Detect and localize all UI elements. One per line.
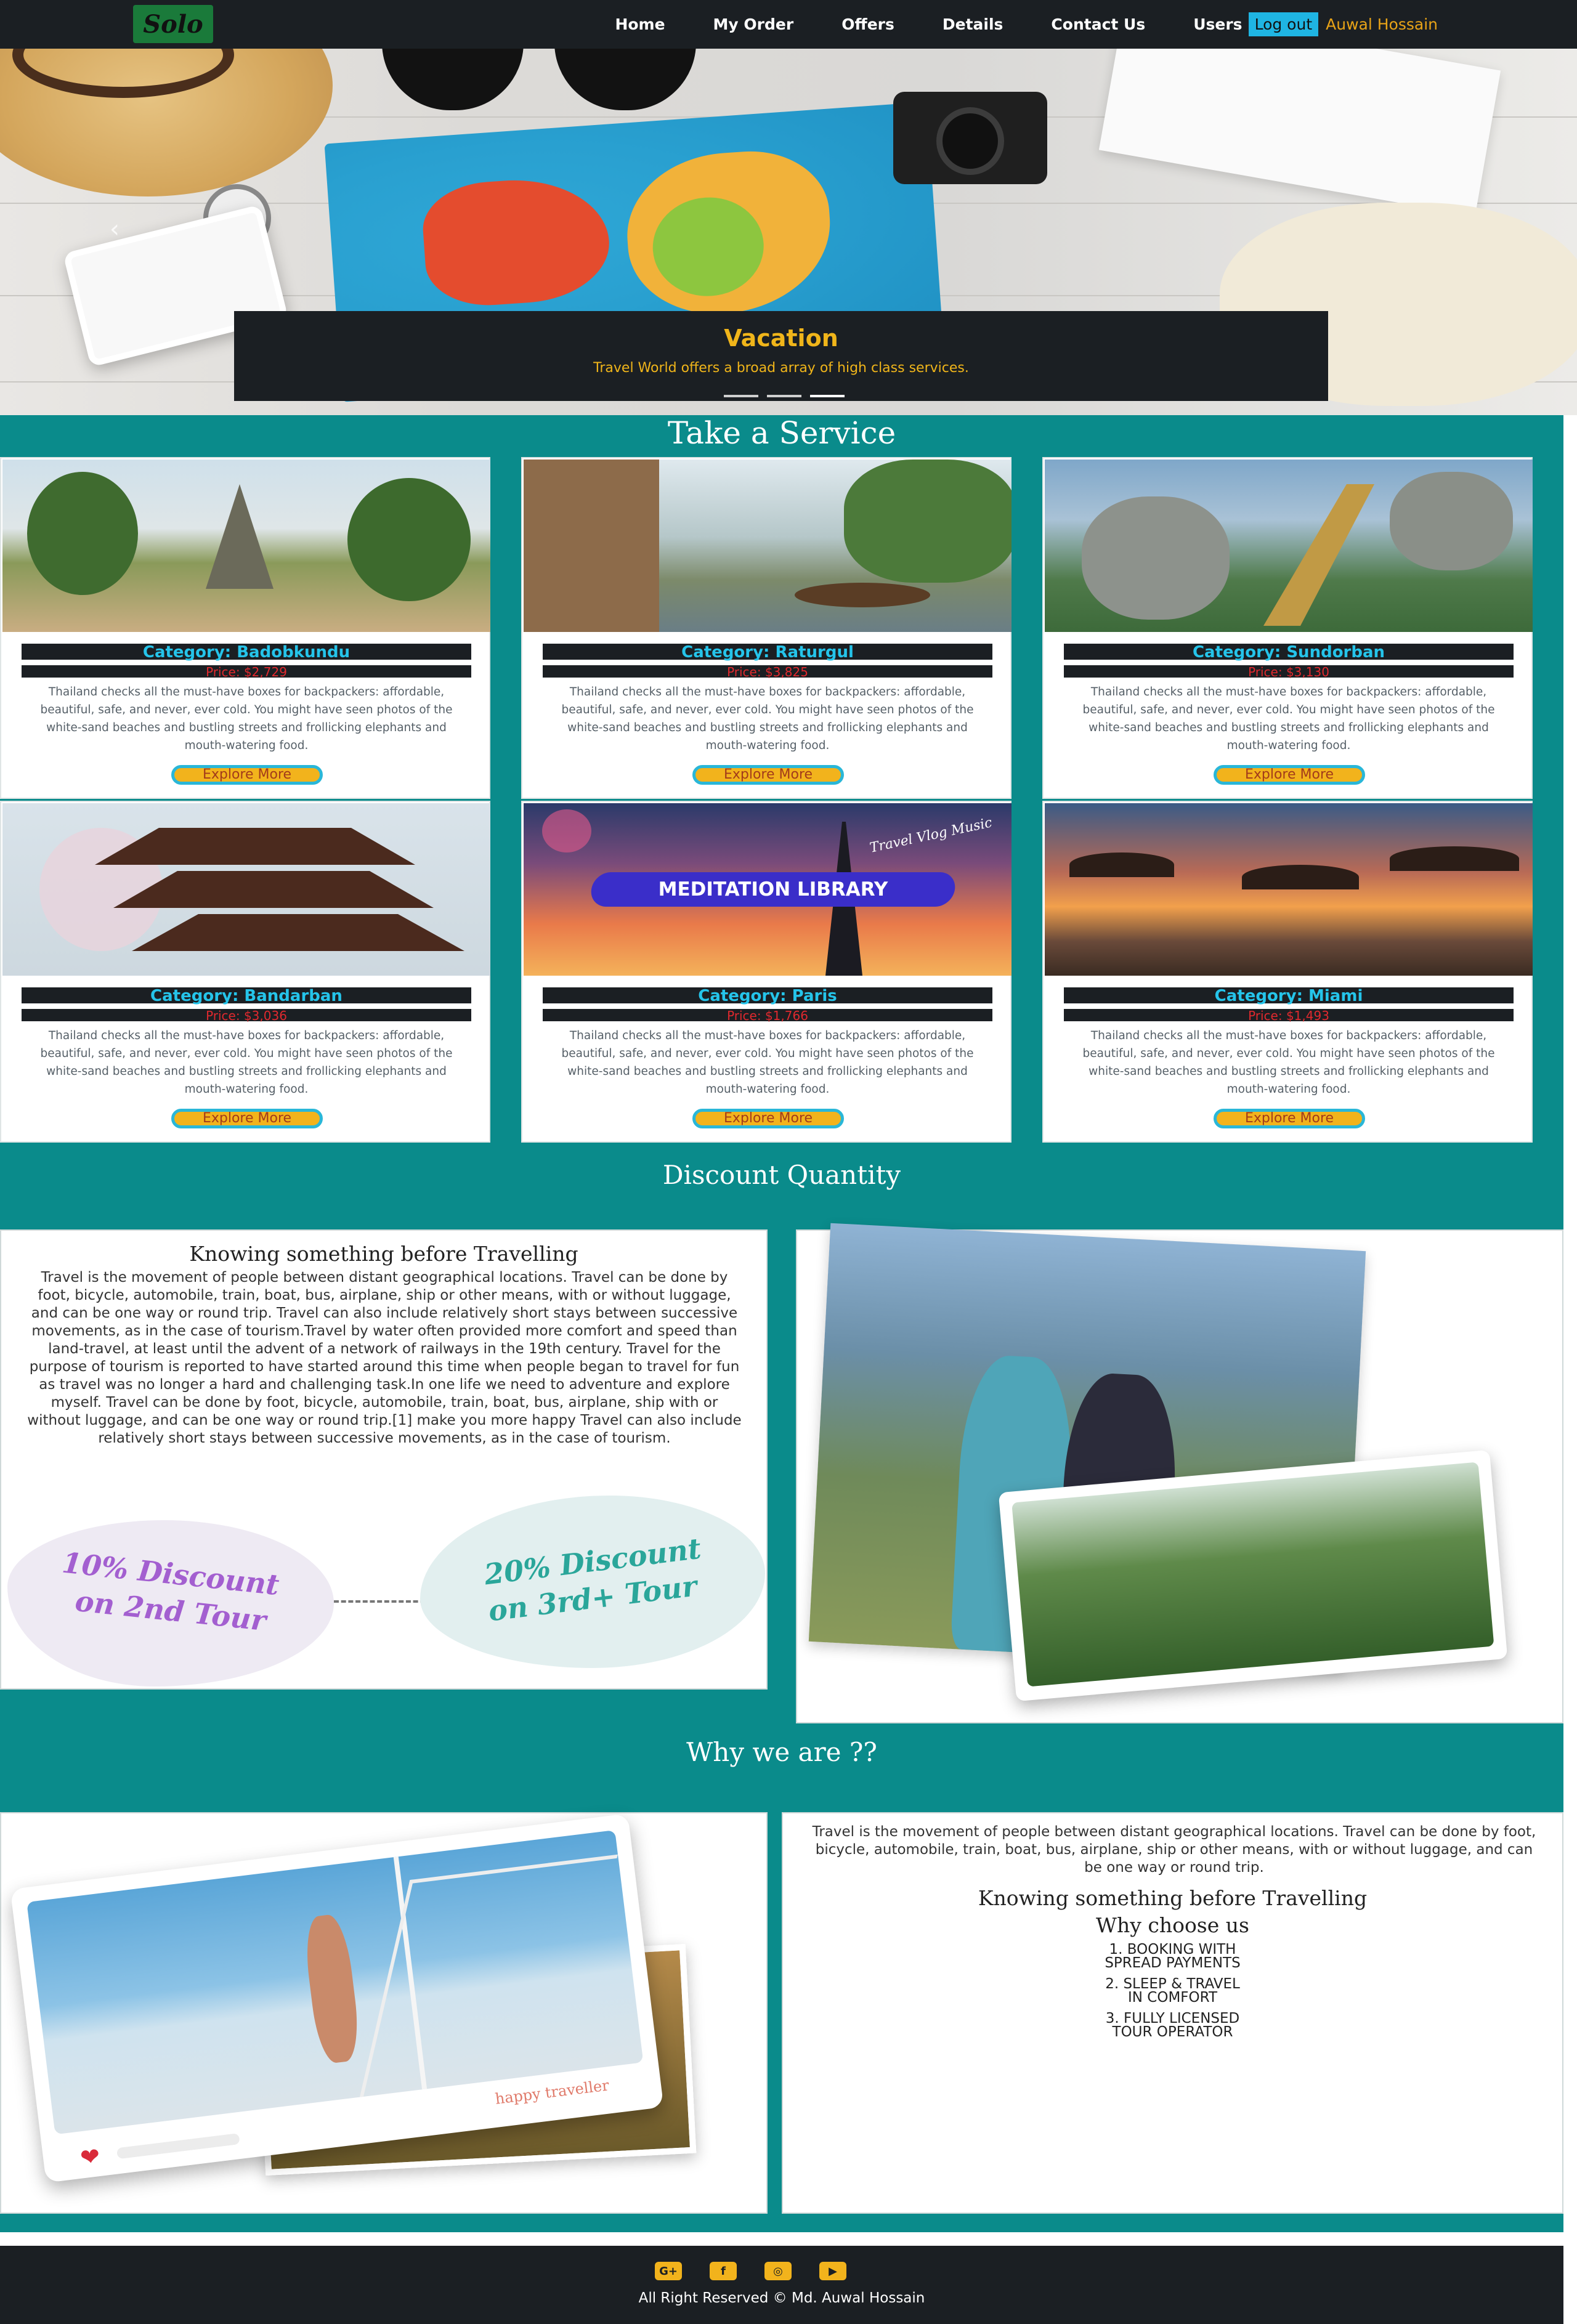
card-price: Price: $3,825 — [543, 665, 992, 679]
card-description: Thailand checks all the must-have boxes … — [1082, 686, 1495, 752]
youtube-icon[interactable]: ▶ — [819, 2262, 846, 2280]
explore-more-button[interactable]: Explore More — [1214, 1109, 1365, 1128]
nav-link-contact-us[interactable]: Contact Us — [1051, 15, 1145, 33]
card-description: Thailand checks all the must-have boxes … — [561, 686, 974, 752]
logout-button[interactable]: Log out — [1248, 12, 1319, 36]
footer: G+ f ◎ ▶ All Right Reserved © Md. Auwal … — [0, 2246, 1563, 2324]
card-image-temple — [2, 460, 490, 632]
card-category: Category: Badobkundu — [22, 644, 471, 661]
card-price: Price: $2,729 — [22, 665, 471, 679]
discount-body-text: Travel is the movement of people between… — [27, 1269, 742, 1446]
service-card: Category: Raturgul Price: $3,825 Thailan… — [521, 457, 1011, 799]
card-category: Category: Raturgul — [543, 644, 992, 661]
nav-link-home[interactable]: Home — [615, 15, 665, 33]
card-description: Thailand checks all the must-have boxes … — [40, 1029, 453, 1096]
discount-offer-1: 10% Discount on 2nd Tour — [7, 1520, 334, 1686]
hero-carousel[interactable]: ‹ Vacation Travel World offers a broad a… — [0, 49, 1577, 415]
card-price: Price: $3,036 — [22, 1009, 471, 1022]
card-price: Price: $1,766 — [543, 1009, 992, 1022]
card-category: Category: Bandarban — [22, 987, 471, 1005]
carousel-indicator-2[interactable] — [767, 395, 801, 397]
why-body-text: Travel is the movement of people between… — [812, 1824, 1536, 1876]
service-card: Category: Sundorban Price: $3,130 Thaila… — [1042, 457, 1533, 799]
explore-more-button[interactable]: Explore More — [171, 1109, 323, 1128]
service-card: MEDITATION LIBRARY Travel Vlog Music Cat… — [521, 801, 1011, 1143]
travel-vlog-script: Travel Vlog Music — [868, 815, 994, 856]
why-text-panel: Travel is the movement of people between… — [782, 1812, 1563, 2214]
carousel-title: Vacation — [724, 325, 838, 352]
instagram-icon[interactable]: ◎ — [764, 2262, 792, 2280]
explore-more-button[interactable]: Explore More — [171, 765, 323, 785]
nav-link-offers[interactable]: Offers — [841, 15, 894, 33]
card-image-golden-bridge — [1045, 460, 1533, 632]
discount-info-panel: Knowing something before Travelling Trav… — [0, 1229, 768, 1690]
footer-copyright: All Right Reserved © Md. Auwal Hossain — [638, 2290, 925, 2306]
service-card: Category: Badobkundu Price: $2,729 Thail… — [0, 457, 490, 799]
explore-more-button[interactable]: Explore More — [1214, 765, 1365, 785]
carousel-indicator-3[interactable] — [810, 395, 845, 397]
service-card: Category: Bandarban Price: $3,036 Thaila… — [0, 801, 490, 1143]
card-category: Category: Miami — [1064, 987, 1514, 1005]
hero-notebook-image — [1098, 49, 1501, 217]
card-price: Price: $3,130 — [1064, 665, 1514, 679]
nav-links: Home My Order Offers Details Contact Us … — [615, 0, 1577, 49]
services-title: Take a Service — [667, 415, 896, 451]
carousel-indicators — [724, 395, 845, 397]
why-point: 1. BOOKING WITH SPREAD PAYMENTS — [1105, 1941, 1241, 1971]
why-heading: Knowing something before Travelling — [978, 1886, 1368, 1910]
discount-heading: Knowing something before Travelling — [189, 1242, 578, 1266]
card-image-beach-sunset — [1045, 803, 1533, 976]
meditation-library-banner: MEDITATION LIBRARY — [658, 878, 888, 901]
google-plus-icon[interactable]: G+ — [655, 2262, 682, 2280]
top-navbar: Solo Home My Order Offers Details Contac… — [0, 0, 1577, 49]
carousel-caption: Vacation Travel World offers a broad arr… — [234, 311, 1328, 401]
why-photo-panel: ❤ happy traveller — [0, 1812, 768, 2214]
card-image-pagoda — [2, 803, 490, 976]
discount-title: Discount Quantity — [662, 1160, 901, 1190]
why-point: 3. FULLY LICENSED TOUR OPERATOR — [1105, 2010, 1240, 2040]
nav-link-my-order[interactable]: My Order — [713, 15, 794, 33]
why-point: 2. SLEEP & TRAVEL IN COMFORT — [1105, 1976, 1240, 2006]
carousel-subtitle: Travel World offers a broad array of hig… — [593, 360, 969, 376]
explore-more-button[interactable]: Explore More — [692, 765, 844, 785]
card-description: Thailand checks all the must-have boxes … — [561, 1029, 974, 1096]
card-description: Thailand checks all the must-have boxes … — [1082, 1029, 1495, 1096]
card-image-paris-sunset: MEDITATION LIBRARY Travel Vlog Music — [524, 803, 1011, 976]
card-image-canal — [524, 460, 1011, 632]
heart-icon[interactable]: ❤ — [79, 2142, 102, 2172]
hero-straw-hat-image — [0, 49, 333, 196]
discount-offer-2: 20% Discount on 3rd+ Tour — [420, 1496, 765, 1668]
nav-link-users[interactable]: Users — [1193, 15, 1242, 33]
card-category: Category: Sundorban — [1064, 644, 1514, 661]
discount-photo-panel — [796, 1223, 1563, 1723]
why-points-list: 1. BOOKING WITH SPREAD PAYMENTS 2. SLEEP … — [783, 1943, 1562, 2039]
facebook-icon[interactable]: f — [710, 2262, 737, 2280]
card-description: Thailand checks all the must-have boxes … — [40, 686, 453, 752]
photo-caption: happy traveller — [494, 2076, 610, 2108]
explore-more-button[interactable]: Explore More — [692, 1109, 844, 1128]
why-subheading: Why choose us — [1096, 1913, 1249, 1937]
carousel-indicator-1[interactable] — [724, 395, 758, 397]
nav-link-details[interactable]: Details — [943, 15, 1003, 33]
service-card: Category: Miami Price: $1,493 Thailand c… — [1042, 801, 1533, 1143]
brand-logo[interactable]: Solo — [133, 5, 213, 43]
user-name: Auwal Hossain — [1326, 15, 1438, 33]
why-title: Why we are ?? — [686, 1737, 877, 1767]
social-icons: G+ f ◎ ▶ — [655, 2262, 846, 2280]
carousel-prev-icon[interactable]: ‹ — [110, 215, 120, 243]
card-price: Price: $1,493 — [1064, 1009, 1514, 1022]
card-category: Category: Paris — [543, 987, 992, 1005]
hero-camera-image — [893, 92, 1047, 184]
hero-sunglasses-image — [370, 49, 715, 116]
jungle-swing-photo — [998, 1449, 1508, 1702]
discount-connector — [334, 1600, 432, 1603]
